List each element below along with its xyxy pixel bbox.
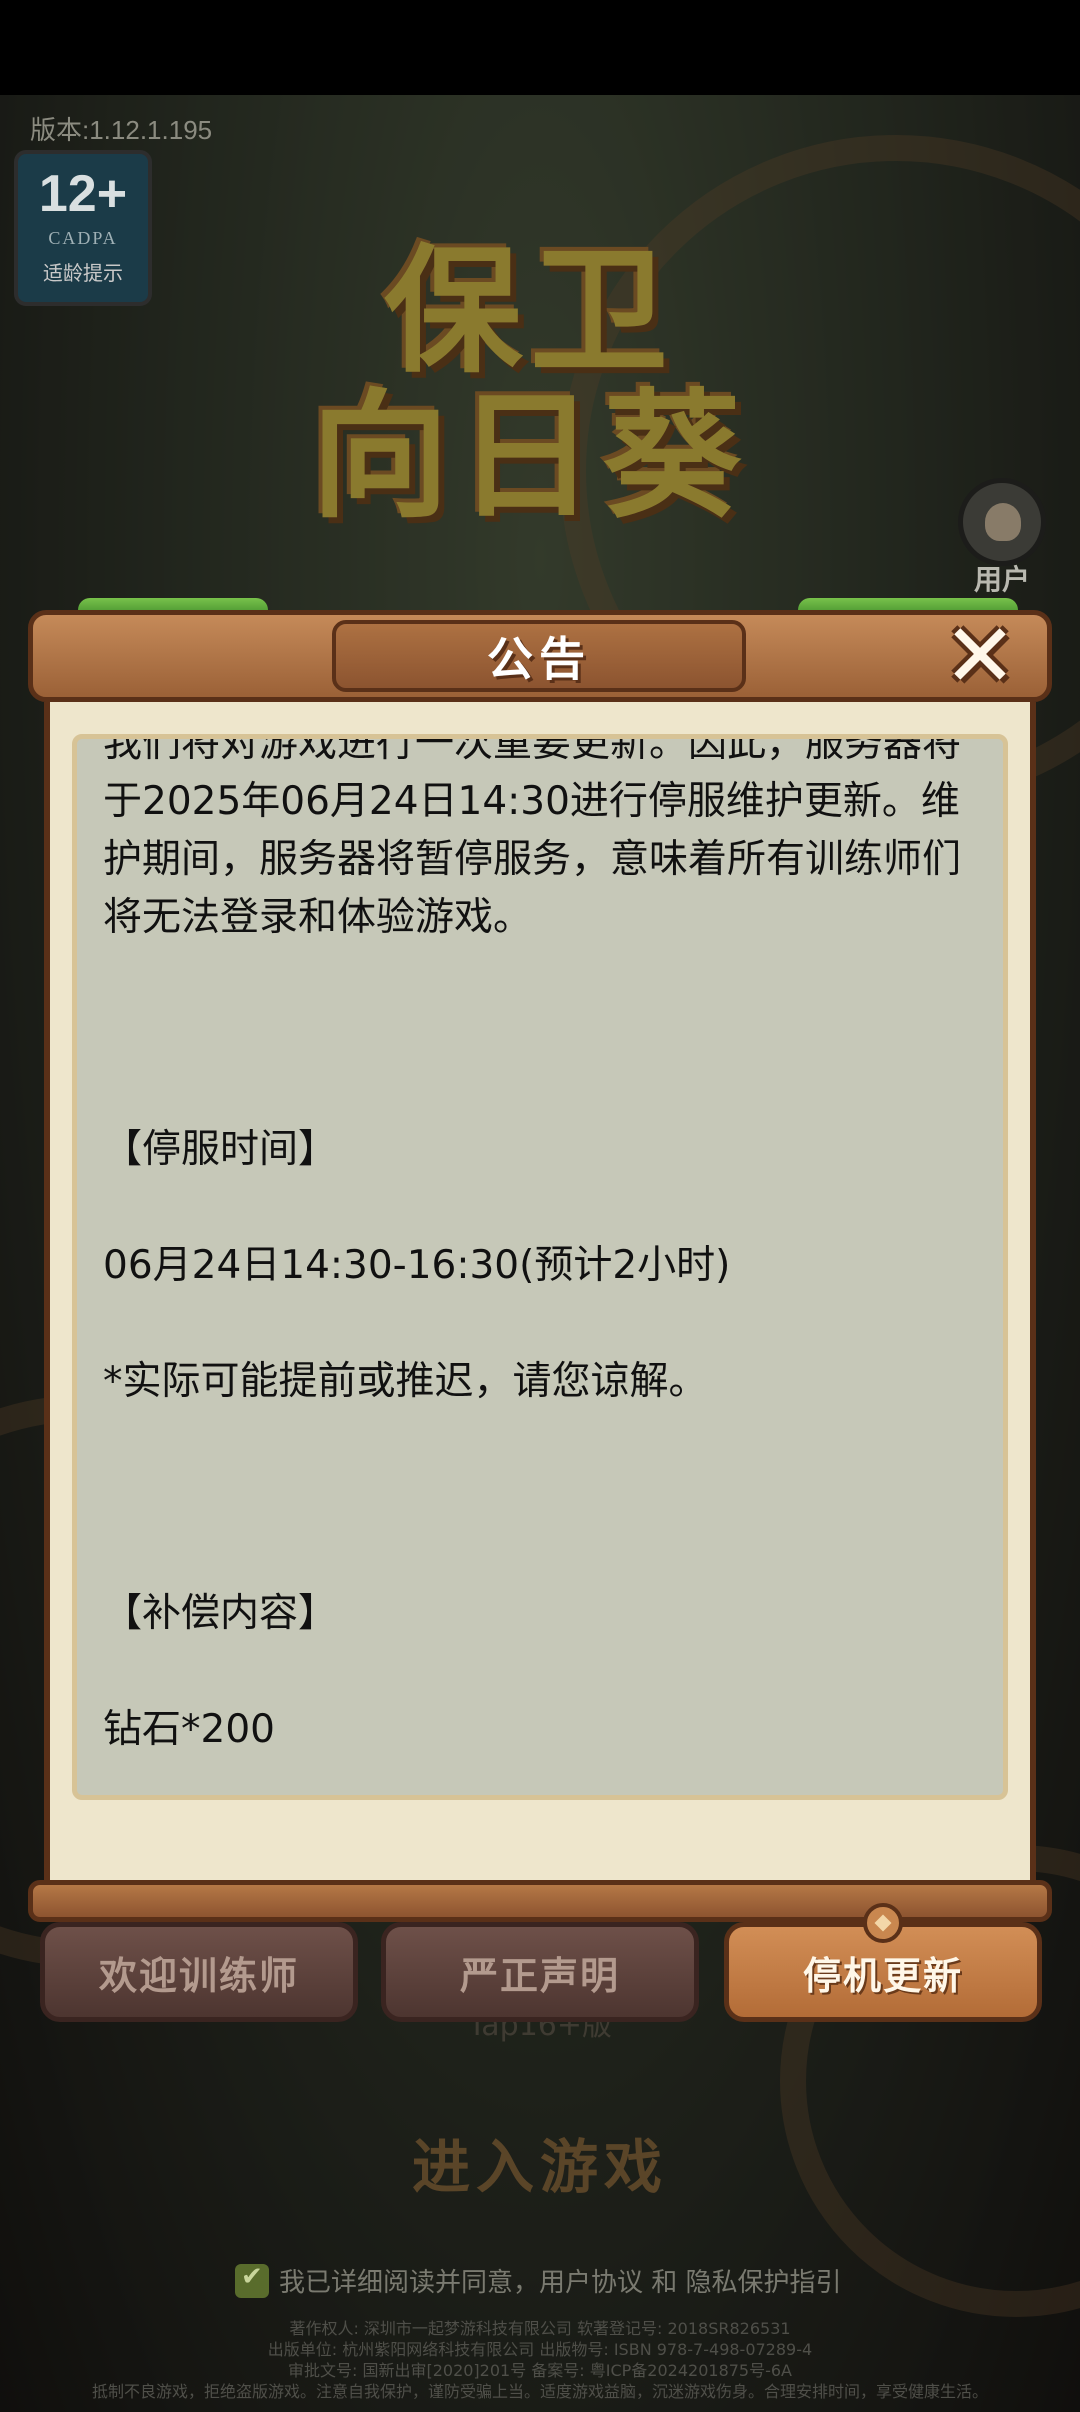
tab-maintenance-update[interactable]: 停机更新: [724, 1903, 1042, 2022]
legal-line: 著作权人: 深圳市一起梦游科技有限公司 软著登记号: 2018SR826531: [289, 2319, 791, 2338]
tab-label: 停机更新: [802, 1953, 963, 1998]
age-rating-tip: 适龄提示: [43, 261, 123, 285]
announcement-content-box[interactable]: 我们将对游戏进行一次重要更新。因此，服务器将于2025年06月24日14:30进…: [72, 734, 1008, 1800]
version-label: 版本:1.12.1.195: [30, 115, 213, 145]
game-logo-line1: 保卫: [383, 231, 676, 393]
tab-label: 严正声明: [459, 1953, 620, 1998]
tab-welcome-trainer[interactable]: 欢迎训练师: [40, 1922, 358, 2022]
age-rating-badge[interactable]: 12+ CADPA 适龄提示: [14, 150, 152, 306]
dialog-body: 我们将对游戏进行一次重要更新。因此，服务器将于2025年06月24日14:30进…: [44, 702, 1036, 1880]
game-logo: 保卫 向日葵: [240, 230, 820, 540]
age-rating-org: CADPA: [48, 228, 118, 248]
tab-label: 欢迎训练师: [98, 1953, 299, 1998]
enter-game-button[interactable]: 进入游戏: [330, 2120, 750, 2201]
legal-line: 出版单位: 杭州紫阳网络科技有限公司 出版物号: ISBN 978-7-498-…: [267, 2340, 813, 2359]
agreement-row[interactable]: 我已详细阅读并同意，用户协议 和 隐私保护指引: [235, 2262, 842, 2299]
legal-line: 审批文号: 国新出审[2020]201号 备案号: 粤ICP备202420187…: [287, 2361, 793, 2380]
legal-line: 抵制不良游戏，拒绝盗版游戏。注意自我保护，谨防受骗上当。适度游戏益脑，沉迷游戏伤…: [91, 2382, 988, 2401]
game-logo-line2: 向日葵: [310, 376, 749, 537]
status-bar: [0, 0, 1080, 95]
agreement-text: 我已详细阅读并同意，用户协议 和 隐私保护指引: [279, 2268, 842, 2298]
close-icon[interactable]: ✕: [940, 612, 1020, 700]
announcement-tabs: 欢迎训练师 严正声明 停机更新: [40, 1903, 1042, 2028]
dialog-title: 公告: [487, 632, 591, 686]
agreement-checkbox-icon[interactable]: [235, 2262, 269, 2298]
legal-info: 著作权人: 深圳市一起梦游科技有限公司 软著登记号: 2018SR826531 …: [20, 2318, 1060, 2402]
dialog-title-plate: 公告: [332, 620, 746, 692]
user-button[interactable]: 用户: [952, 478, 1052, 598]
age-rating-number: 12+: [38, 165, 128, 223]
user-avatar-icon: [958, 478, 1046, 566]
announcement-dialog: 公告 ✕ 我们将对游戏进行一次重要更新。因此，服务器将于2025年06月24日1…: [28, 598, 1052, 1928]
diamond-icon: [863, 1903, 903, 1943]
announcement-text: 我们将对游戏进行一次重要更新。因此，服务器将于2025年06月24日14:30进…: [103, 734, 962, 1752]
tab-solemn-statement[interactable]: 严正声明: [381, 1922, 699, 2022]
